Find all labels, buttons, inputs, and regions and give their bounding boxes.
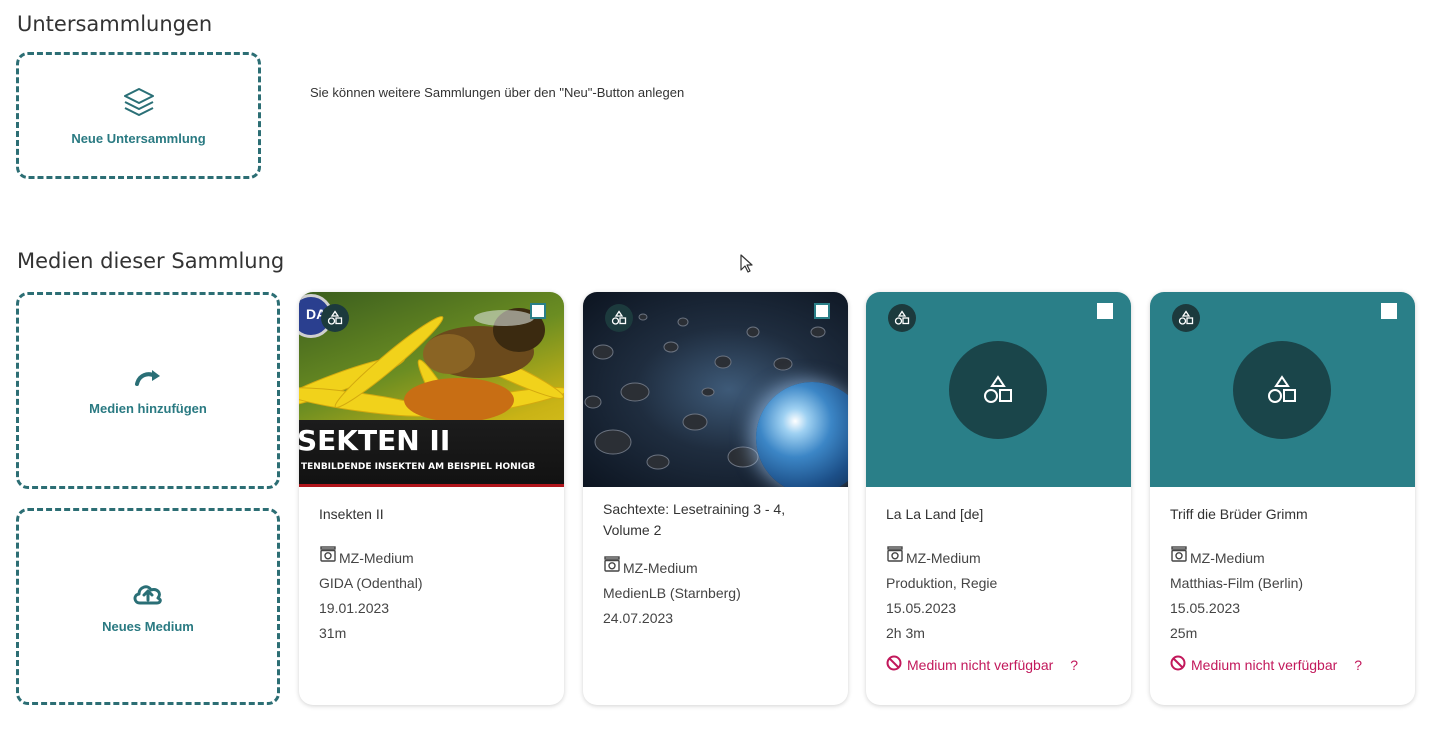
- add-media-label: Medien hinzufügen: [89, 400, 207, 416]
- unavailable-text: Medium nicht verfügbar: [907, 656, 1054, 673]
- redo-arrow-icon: [133, 366, 163, 391]
- media-type-icon: [1172, 304, 1200, 332]
- thumb-title: SEKTEN II: [299, 424, 451, 457]
- media-type: MZ-Medium: [339, 549, 414, 566]
- media-box-icon: [319, 545, 337, 571]
- media-card-insekten[interactable]: DA SEKTEN II TENBILDENDE INSEKTEN AM BEI…: [299, 292, 564, 705]
- media-date: 15.05.2023: [886, 600, 957, 616]
- media-title[interactable]: Insekten II: [319, 504, 548, 525]
- media-box-icon: [886, 545, 904, 571]
- select-checkbox[interactable]: [1381, 303, 1397, 319]
- media-type-icon: [321, 304, 349, 332]
- media-title[interactable]: Triff die Brüder Grimm: [1170, 504, 1399, 525]
- unavailable-status: Medium nicht verfügbar ?: [1170, 655, 1399, 674]
- media-type-icon: [605, 304, 633, 332]
- media-placeholder-icon: [1233, 341, 1331, 439]
- media-type: MZ-Medium: [623, 559, 698, 576]
- unavailable-text: Medium nicht verfügbar: [1191, 656, 1338, 673]
- media-title: Medien dieser Sammlung: [17, 249, 285, 273]
- media-duration: 2h 3m: [886, 625, 925, 641]
- cloud-upload-icon: [131, 580, 165, 609]
- select-checkbox[interactable]: [530, 303, 546, 319]
- select-checkbox[interactable]: [814, 303, 830, 319]
- new-subcollection-label: Neue Untersammlung: [71, 130, 206, 146]
- media-box-icon: [603, 555, 621, 581]
- media-provider: Produktion, Regie: [886, 575, 998, 591]
- new-medium-button[interactable]: Neues Medium: [16, 508, 280, 705]
- media-type: MZ-Medium: [906, 549, 981, 566]
- media-box-icon: [1170, 545, 1188, 571]
- block-icon: [1170, 655, 1186, 674]
- help-icon[interactable]: ?: [1354, 657, 1362, 673]
- mouse-cursor-icon: [740, 254, 753, 273]
- block-icon: [886, 655, 902, 674]
- media-title[interactable]: Sachtexte: Lesetraining 3 - 4, Volume 2: [603, 499, 832, 541]
- media-duration: 25m: [1170, 625, 1198, 641]
- subcollection-hint: Sie können weitere Sammlungen über den "…: [310, 85, 685, 100]
- new-subcollection-button[interactable]: Neue Untersammlung: [16, 52, 261, 179]
- media-card-brueder-grimm[interactable]: Triff die Brüder Grimm MZ-Medium Matthia…: [1150, 292, 1415, 705]
- help-icon[interactable]: ?: [1070, 657, 1078, 673]
- subcollections-title: Untersammlungen: [17, 12, 213, 36]
- unavailable-status: Medium nicht verfügbar ?: [886, 655, 1115, 674]
- media-date: 15.05.2023: [1170, 600, 1241, 616]
- new-medium-label: Neues Medium: [102, 618, 194, 634]
- media-date: 19.01.2023: [319, 600, 390, 616]
- media-type: MZ-Medium: [1190, 549, 1265, 566]
- select-checkbox[interactable]: [1097, 303, 1113, 319]
- media-type-icon: [888, 304, 916, 332]
- media-provider: Matthias-Film (Berlin): [1170, 575, 1304, 591]
- media-provider: MedienLB (Starnberg): [603, 585, 741, 601]
- thumb-subtitle: TENBILDENDE INSEKTEN AM BEISPIEL HONIGB: [301, 462, 536, 472]
- media-card-sachtexte[interactable]: Sachtexte: Lesetraining 3 - 4, Volume 2 …: [583, 292, 848, 705]
- media-card-la-la-land[interactable]: La La Land [de] MZ-Medium Produktion, Re…: [866, 292, 1131, 705]
- add-media-button[interactable]: Medien hinzufügen: [16, 292, 280, 489]
- media-provider: GIDA (Odenthal): [319, 575, 423, 591]
- media-title[interactable]: La La Land [de]: [886, 504, 1115, 525]
- media-placeholder-icon: [949, 341, 1047, 439]
- media-date: 24.07.2023: [603, 610, 674, 626]
- layers-icon: [122, 86, 156, 121]
- media-duration: 31m: [319, 625, 347, 641]
